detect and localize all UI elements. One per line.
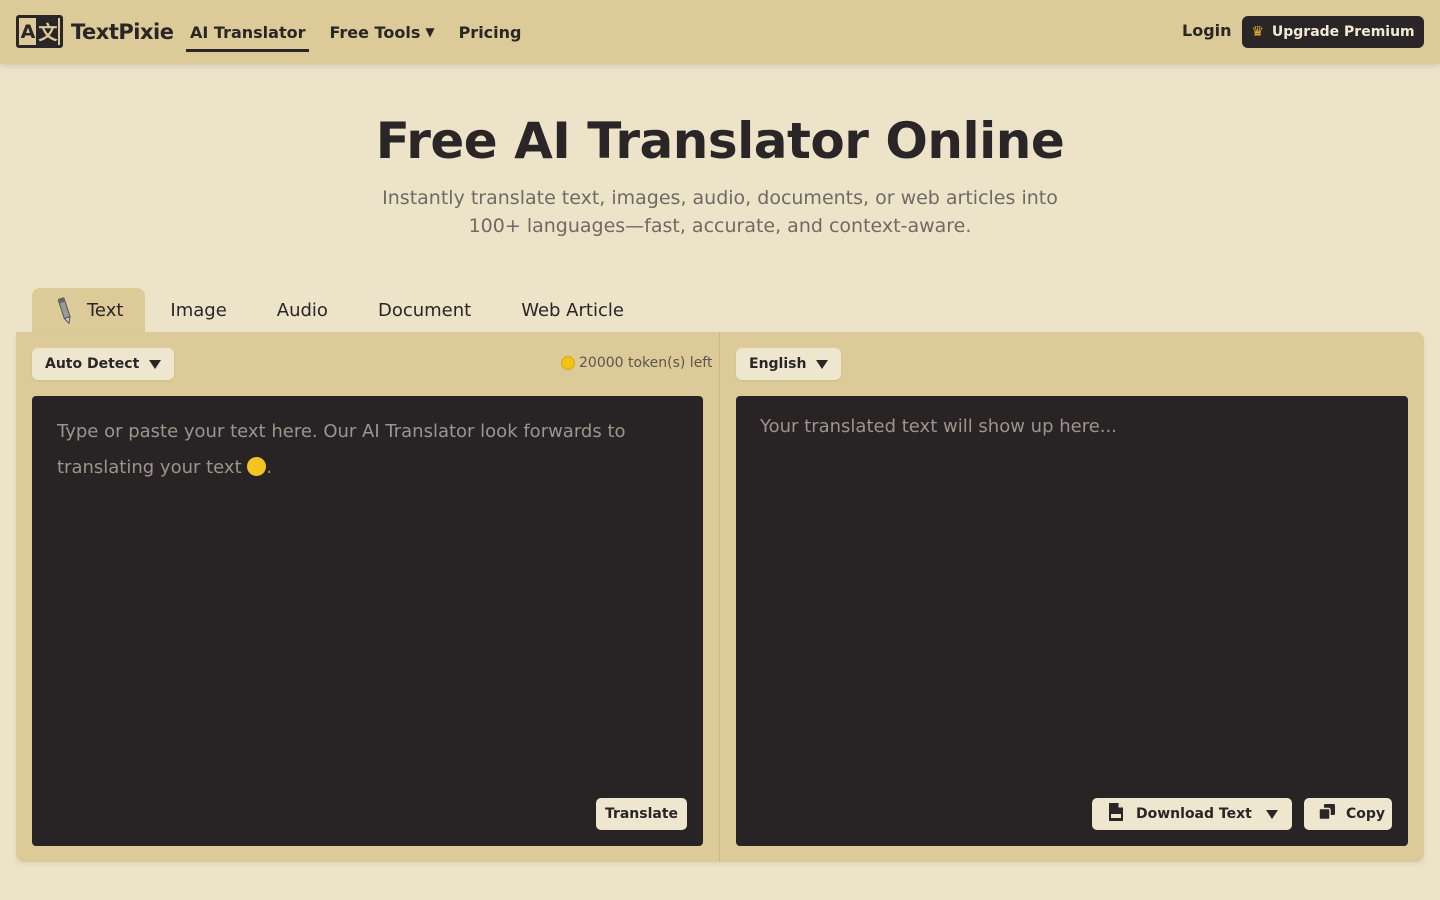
tab-label: Web Article bbox=[521, 299, 624, 321]
tab-label: Text bbox=[87, 299, 124, 321]
tab-label: Document bbox=[377, 299, 472, 321]
caret-down-icon bbox=[149, 359, 162, 369]
download-text-button[interactable]: Download Text bbox=[1092, 798, 1292, 830]
upgrade-label: Upgrade Premium bbox=[1271, 24, 1415, 40]
translate-button[interactable]: Translate bbox=[596, 798, 687, 830]
input-type-tabs: Text Image Audio Document Web Article bbox=[32, 288, 649, 332]
copy-label: Copy bbox=[1346, 806, 1386, 822]
source-placeholder-end: . bbox=[266, 457, 273, 478]
tab-audio[interactable]: Audio bbox=[252, 288, 353, 332]
target-placeholder: Your translated text will show up here..… bbox=[760, 416, 1117, 437]
caret-down-icon[interactable] bbox=[1266, 810, 1278, 819]
upgrade-premium-button[interactable]: ♛ Upgrade Premium bbox=[1242, 16, 1424, 48]
tab-label: Image bbox=[170, 299, 227, 321]
main-nav: AI Translator Free Tools ▼ Pricing bbox=[186, 0, 542, 64]
target-language-label: English bbox=[749, 356, 807, 372]
coin-icon bbox=[561, 356, 575, 370]
nav-free-tools[interactable]: Free Tools ▼ bbox=[325, 0, 438, 64]
crown-icon: ♛ bbox=[1251, 24, 1264, 40]
download-label: Download Text bbox=[1136, 806, 1252, 822]
source-language-label: Auto Detect bbox=[45, 356, 140, 372]
logo-icon: A文 bbox=[16, 15, 63, 48]
copy-icon bbox=[1318, 803, 1336, 825]
txt-file-icon bbox=[1108, 802, 1124, 826]
page-subtitle: Instantly translate text, images, audio,… bbox=[382, 187, 1058, 237]
pen-icon bbox=[57, 296, 71, 325]
token-count-text: 20000 token(s) left bbox=[579, 355, 713, 371]
caret-down-icon bbox=[816, 359, 829, 369]
token-counter: 20000 token(s) left bbox=[561, 355, 712, 371]
nav-label: AI Translator bbox=[190, 22, 306, 42]
source-language-select[interactable]: Auto Detect bbox=[32, 348, 175, 380]
page-title: Free AI Translator Online bbox=[375, 112, 1065, 170]
copy-button[interactable]: Copy bbox=[1304, 798, 1392, 830]
tab-image[interactable]: Image bbox=[145, 288, 251, 332]
login-link[interactable]: Login bbox=[1182, 21, 1232, 40]
logo[interactable]: A文 TextPixie bbox=[16, 15, 174, 48]
logo-text: TextPixie bbox=[71, 19, 174, 44]
source-placeholder-text: Type or paste your text here. Our AI Tra… bbox=[57, 421, 626, 478]
source-text-input[interactable]: Type or paste your text here. Our AI Tra… bbox=[32, 396, 703, 846]
tab-web-article[interactable]: Web Article bbox=[496, 288, 649, 332]
translation-output: Your translated text will show up here..… bbox=[736, 396, 1408, 846]
nav-label: Free Tools bbox=[329, 22, 421, 42]
nav-pricing[interactable]: Pricing bbox=[455, 0, 526, 64]
tab-document[interactable]: Document bbox=[353, 288, 496, 332]
nav-ai-translator[interactable]: AI Translator bbox=[186, 0, 310, 64]
nav-label: Pricing bbox=[458, 22, 522, 42]
source-placeholder: Type or paste your text here. Our AI Tra… bbox=[57, 414, 657, 486]
smile-emoji-icon bbox=[247, 457, 267, 476]
top-navbar: A文 TextPixie AI Translator Free Tools ▼ … bbox=[0, 0, 1440, 64]
translator-panel: Auto Detect 20000 token(s) left English … bbox=[16, 332, 1424, 862]
translate-label: Translate bbox=[604, 806, 679, 822]
tab-label: Audio bbox=[276, 299, 328, 321]
target-language-select[interactable]: English bbox=[736, 348, 842, 380]
caret-down-icon: ▼ bbox=[425, 25, 435, 39]
tab-text[interactable]: Text bbox=[32, 288, 146, 332]
panel-divider bbox=[719, 332, 720, 862]
